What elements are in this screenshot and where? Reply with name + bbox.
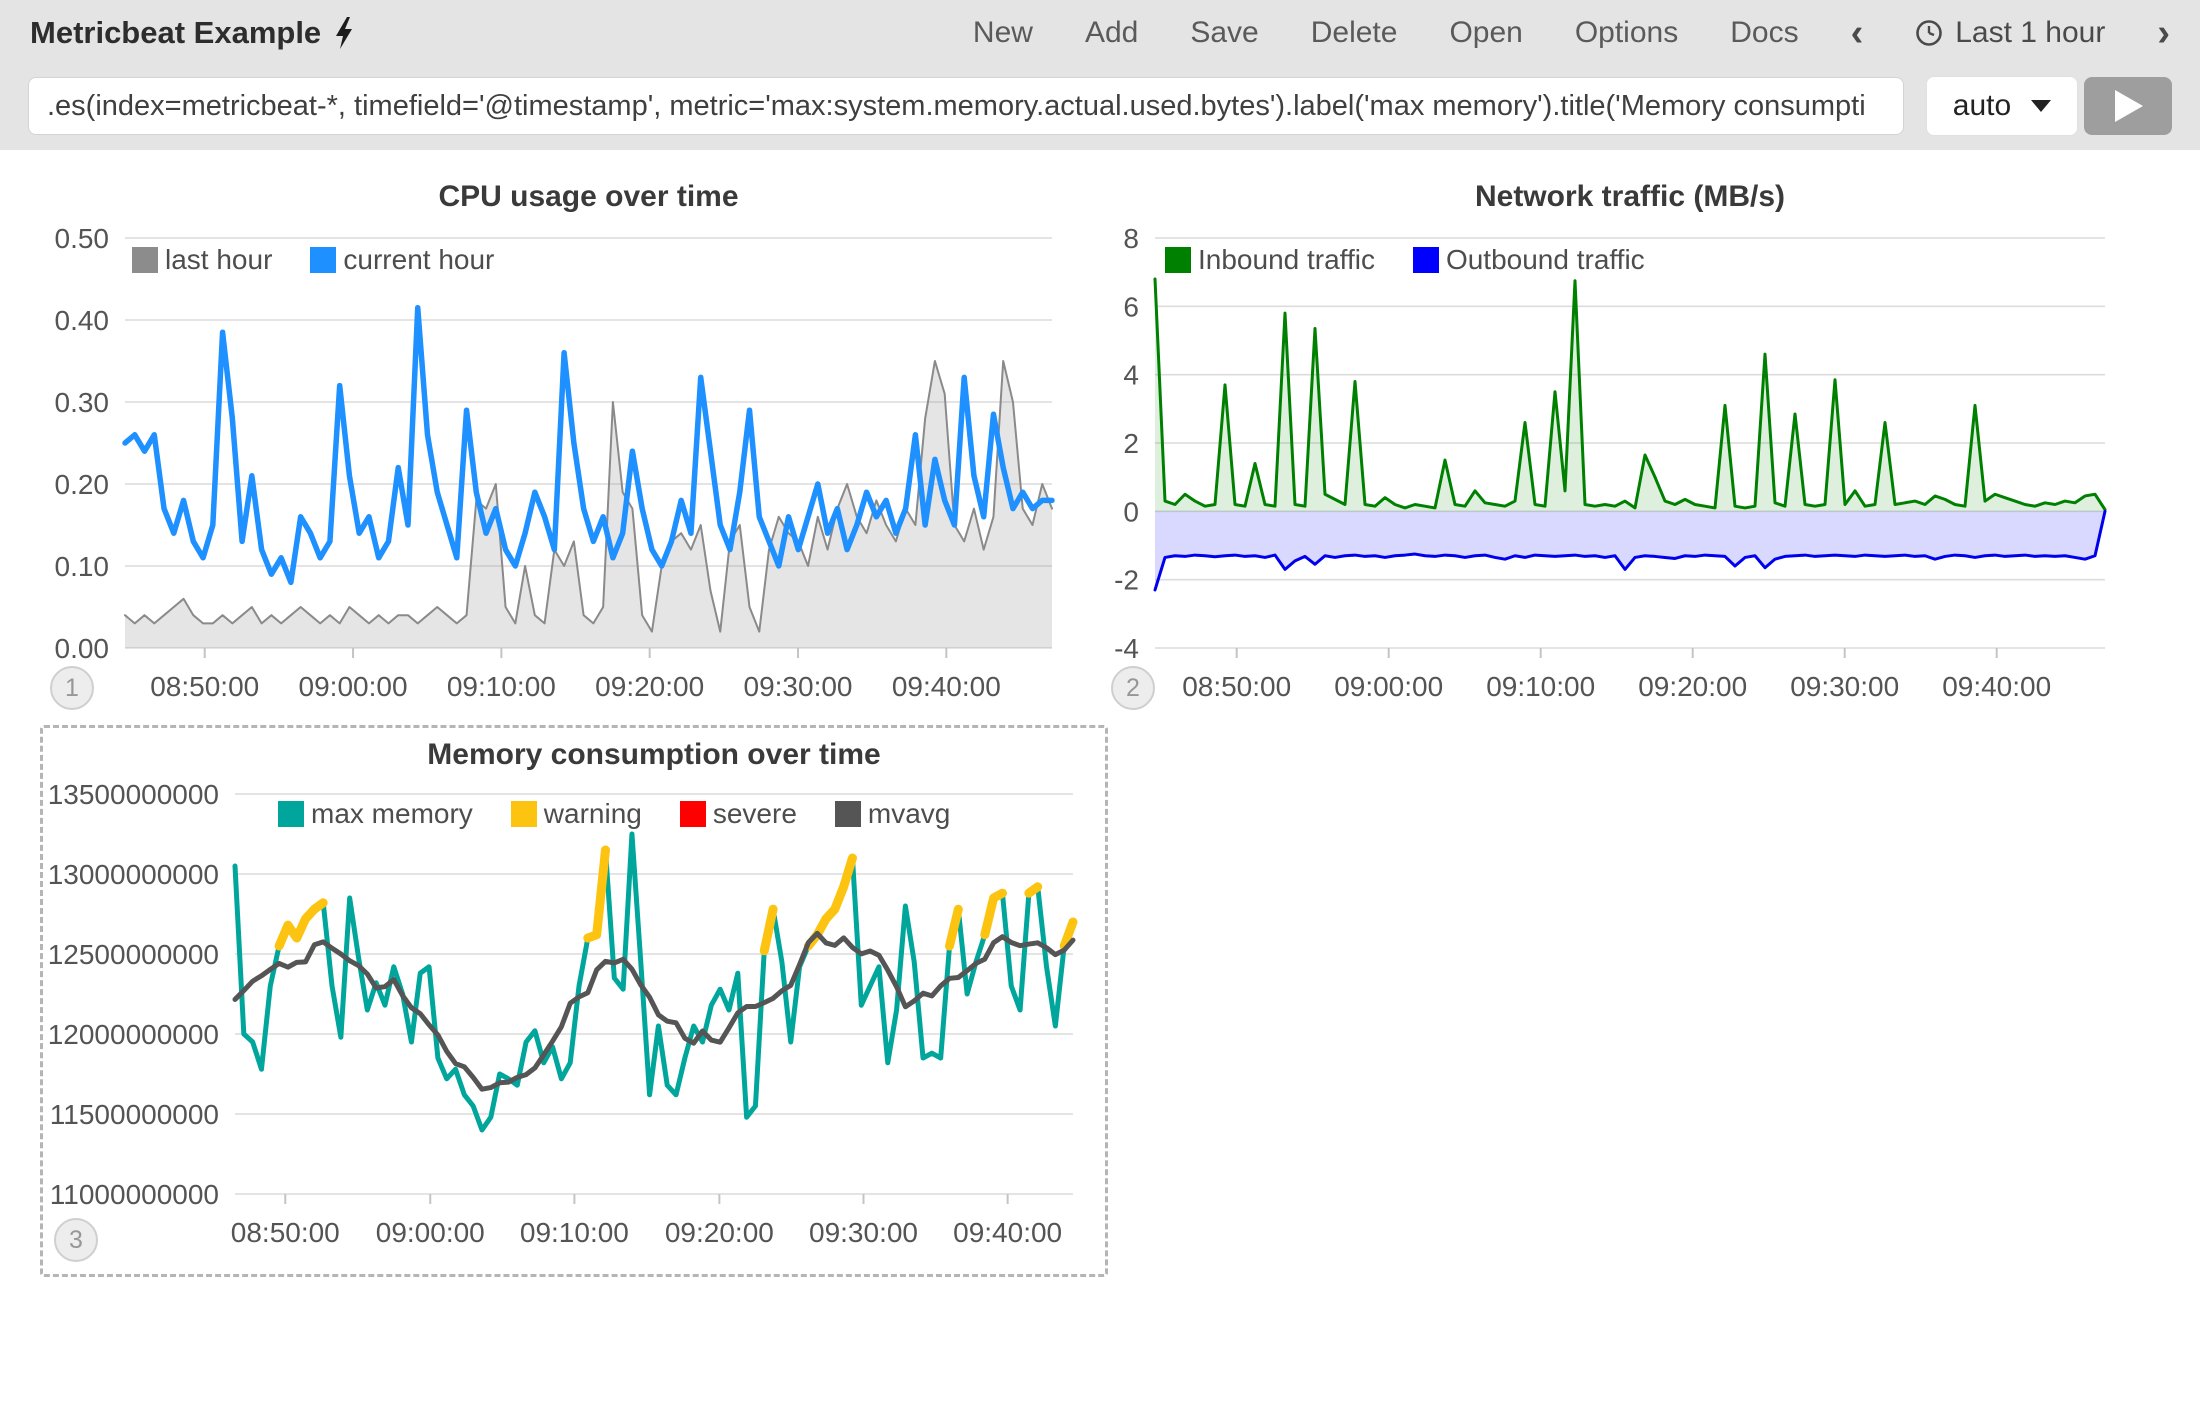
legend-swatch — [310, 247, 336, 273]
nav-docs[interactable]: Docs — [1730, 16, 1798, 50]
legend-swatch — [511, 801, 537, 827]
svg-text:8: 8 — [1123, 223, 1139, 254]
chart-title: Network traffic (MB/s) — [1155, 180, 2105, 220]
svg-text:-2: -2 — [1114, 565, 1139, 596]
time-range-label: Last 1 hour — [1955, 16, 2105, 50]
cpu-chart-legend: last hour current hour — [132, 244, 494, 276]
svg-text:09:20:00: 09:20:00 — [1638, 671, 1747, 702]
time-picker[interactable]: Last 1 hour — [1915, 16, 2105, 50]
svg-text:09:00:00: 09:00:00 — [299, 671, 408, 702]
query-input[interactable] — [28, 77, 1904, 135]
svg-text:08:50:00: 08:50:00 — [231, 1217, 340, 1248]
panel-number-badge: 3 — [54, 1218, 98, 1262]
svg-text:13500000000: 13500000000 — [48, 779, 219, 810]
svg-text:08:50:00: 08:50:00 — [1182, 671, 1291, 702]
nav-delete[interactable]: Delete — [1311, 16, 1398, 50]
play-icon — [2111, 88, 2145, 124]
query-bar: auto — [0, 64, 2200, 136]
legend-item: last hour — [132, 244, 272, 276]
run-query-button[interactable] — [2084, 77, 2172, 135]
page-title: Metricbeat Example — [30, 15, 355, 51]
svg-text:09:20:00: 09:20:00 — [595, 671, 704, 702]
svg-text:13000000000: 13000000000 — [48, 859, 219, 890]
svg-text:4: 4 — [1123, 360, 1139, 391]
svg-text:09:30:00: 09:30:00 — [1790, 671, 1899, 702]
nav-add[interactable]: Add — [1085, 16, 1138, 50]
svg-text:0.10: 0.10 — [55, 551, 110, 582]
svg-text:09:30:00: 09:30:00 — [809, 1217, 918, 1248]
svg-text:09:40:00: 09:40:00 — [1942, 671, 2051, 702]
cpu-chart-plot[interactable]: 0.50 0.40 0.30 0.20 0.10 0.00 08:50:00 09:00:00… — [40, 220, 1060, 705]
legend-item: mvavg — [835, 798, 950, 830]
app-header: Metricbeat Example New Add Save Delete O… — [0, 0, 2200, 150]
legend-swatch — [680, 801, 706, 827]
legend-swatch — [132, 247, 158, 273]
legend-item: severe — [680, 798, 797, 830]
svg-text:12500000000: 12500000000 — [48, 939, 219, 970]
network-chart-plot[interactable]: 8 6 4 2 0 -2 -4 08:50:00 09:00:00 09:10:00 09:20:0… — [1095, 220, 2195, 705]
nav-options[interactable]: Options — [1575, 16, 1678, 50]
legend-swatch — [835, 801, 861, 827]
interval-value: auto — [1953, 89, 2011, 123]
svg-text:0.40: 0.40 — [55, 305, 110, 336]
legend-item: Outbound traffic — [1413, 244, 1645, 276]
nav-save[interactable]: Save — [1190, 16, 1258, 50]
legend-swatch — [1413, 247, 1439, 273]
legend-swatch — [1165, 247, 1191, 273]
svg-text:11000000000: 11000000000 — [50, 1179, 219, 1210]
svg-text:11500000000: 11500000000 — [50, 1099, 219, 1130]
svg-text:6: 6 — [1123, 291, 1139, 322]
svg-text:0.30: 0.30 — [55, 387, 110, 418]
svg-text:09:30:00: 09:30:00 — [744, 671, 853, 702]
clock-icon — [1915, 19, 1943, 47]
svg-text:09:40:00: 09:40:00 — [892, 671, 1001, 702]
panel-number-badge: 1 — [50, 666, 94, 710]
svg-text:0.00: 0.00 — [55, 633, 110, 664]
sheet: CPU usage over time 0.50 0.40 0.30 0.20 0.10… — [0, 150, 2200, 1406]
svg-text:12000000000: 12000000000 — [48, 1019, 219, 1050]
svg-text:09:20:00: 09:20:00 — [665, 1217, 774, 1248]
toolbar: Metricbeat Example New Add Save Delete O… — [0, 2, 2200, 64]
memory-chart-legend: max memory warning severe mvavg — [278, 798, 950, 830]
memory-consumption-chart[interactable]: Memory consumption over time 13500000000… — [40, 725, 1108, 1277]
nav-open[interactable]: Open — [1449, 16, 1522, 50]
svg-text:09:10:00: 09:10:00 — [1486, 671, 1595, 702]
chevron-right-icon[interactable]: › — [2157, 14, 2170, 52]
nav-new[interactable]: New — [973, 16, 1033, 50]
svg-text:0: 0 — [1123, 496, 1139, 527]
chevron-left-icon[interactable]: ‹ — [1851, 14, 1864, 52]
svg-text:09:10:00: 09:10:00 — [520, 1217, 629, 1248]
svg-text:09:00:00: 09:00:00 — [376, 1217, 485, 1248]
interval-select[interactable]: auto — [1926, 76, 2078, 136]
svg-text:09:00:00: 09:00:00 — [1334, 671, 1443, 702]
legend-item: current hour — [310, 244, 494, 276]
sheet-title: Metricbeat Example — [30, 15, 321, 51]
memory-chart-plot[interactable]: 13500000000 13000000000 12500000000 1200000… — [43, 772, 1103, 1272]
svg-text:09:40:00: 09:40:00 — [953, 1217, 1062, 1248]
legend-swatch — [278, 801, 304, 827]
panel-number-badge: 2 — [1111, 666, 1155, 710]
svg-text:08:50:00: 08:50:00 — [150, 671, 259, 702]
svg-text:0.50: 0.50 — [55, 223, 110, 254]
svg-text:-4: -4 — [1114, 633, 1139, 664]
lightning-bolt-icon — [333, 17, 355, 49]
main-nav: New Add Save Delete Open Options Docs ‹ … — [973, 14, 2170, 52]
legend-item: warning — [511, 798, 642, 830]
legend-item: Inbound traffic — [1165, 244, 1375, 276]
network-chart-legend: Inbound traffic Outbound traffic — [1165, 244, 1645, 276]
legend-item: max memory — [278, 798, 473, 830]
network-traffic-chart: Network traffic (MB/s) 8 6 4 2 0 -2 -4 08:50:00… — [1095, 180, 2195, 725]
svg-text:09:10:00: 09:10:00 — [447, 671, 556, 702]
chevron-down-icon — [2031, 100, 2051, 112]
cpu-usage-chart: CPU usage over time 0.50 0.40 0.30 0.20 0.10… — [40, 180, 1060, 725]
timelion-app: Metricbeat Example New Add Save Delete O… — [0, 0, 2200, 1406]
svg-text:0.20: 0.20 — [55, 469, 110, 500]
svg-text:2: 2 — [1123, 428, 1139, 459]
chart-title: CPU usage over time — [125, 180, 1052, 220]
